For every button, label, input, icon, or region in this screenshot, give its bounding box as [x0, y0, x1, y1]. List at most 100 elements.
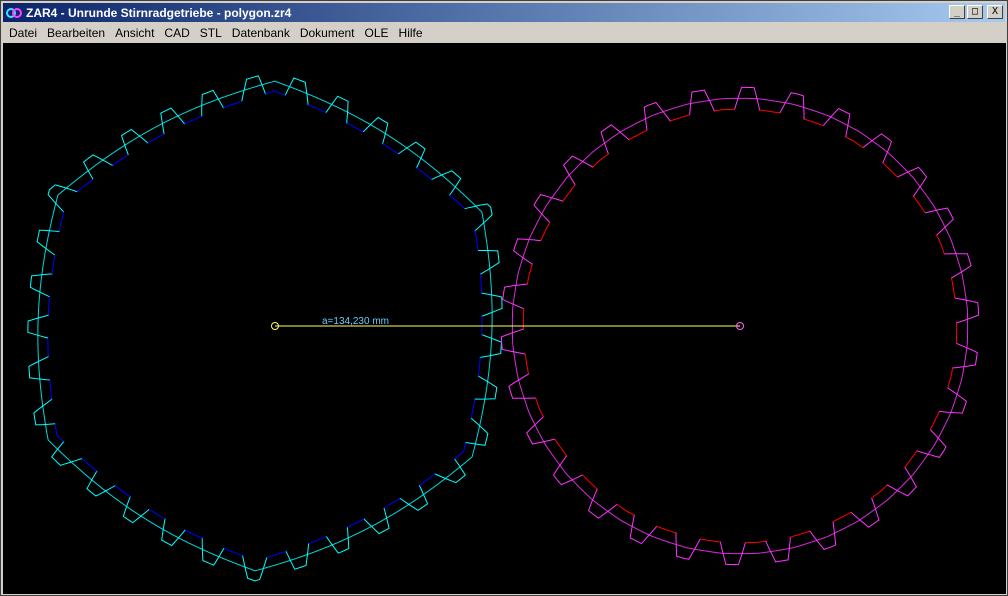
gear2-tooth-flank: [886, 466, 918, 497]
gear1-tooth-root: [114, 485, 131, 498]
gear2-tooth-root: [951, 277, 956, 299]
gear2-tooth-root: [669, 114, 690, 122]
gear1-tooth-root: [223, 100, 242, 109]
close-icon[interactable]: X: [987, 5, 1003, 19]
gear1-tooth-flank: [86, 470, 116, 497]
app-icon[interactable]: [6, 5, 22, 21]
gear1-tooth-flank: [433, 458, 466, 484]
gear2-tooth-flank: [808, 521, 837, 551]
gear2-tooth-flank: [925, 207, 954, 237]
title-bar[interactable]: ZAR4 - Unrunde Stirnradgetriebe - polygo…: [3, 3, 1005, 22]
gear-left: [27, 75, 503, 582]
app-window: ZAR4 - Unrunde Stirnradgetriebe - polygo…: [0, 0, 1008, 596]
gear1-tooth-flank: [201, 537, 225, 566]
gear1-tooth-root: [49, 379, 53, 400]
gear-drawing[interactable]: a=134,230 mm: [3, 43, 1006, 594]
gear2-tooth-root: [832, 511, 852, 523]
window-controls: _ □ X: [949, 5, 1003, 19]
gear2-tooth-root: [554, 438, 567, 457]
gear2-tooth-root: [871, 484, 888, 499]
gear1-tooth-root: [265, 90, 286, 96]
gear1-tooth-flank: [397, 141, 426, 169]
gear2-tooth-root: [524, 353, 529, 375]
gear1-tooth-flank: [465, 417, 489, 446]
gear1-tooth-root: [474, 230, 479, 251]
gear2-tooth-flank: [674, 532, 701, 560]
gear1-tooth-root: [382, 143, 399, 155]
gear1-tooth-root: [346, 122, 364, 133]
gear2-tooth-root: [526, 264, 533, 285]
menu-datei[interactable]: Datei: [3, 26, 42, 40]
gear2-tooth-flank: [951, 342, 978, 370]
gear1-tooth-flank: [398, 485, 429, 511]
gear2-tooth-root: [616, 503, 635, 516]
gear1-tooth-root: [58, 211, 65, 232]
gear1-tooth-root: [454, 442, 467, 460]
gear1-tooth-flank: [241, 75, 267, 102]
gear2-tooth-flank: [533, 194, 564, 223]
gear2-tooth-flank: [587, 488, 618, 519]
gear2-tooth-root: [790, 530, 811, 538]
gear2-tooth-root: [882, 162, 898, 178]
gear1-tooth-root: [147, 133, 165, 144]
gear1-tooth-root: [416, 167, 432, 180]
gear1-tooth-root: [383, 497, 401, 509]
gear2-tooth-root: [759, 109, 780, 114]
gear2-tooth-flank: [779, 92, 806, 120]
menu-dokument[interactable]: Dokument: [295, 26, 360, 40]
gear1-tooth-flank: [284, 77, 310, 106]
gear1-tooth-root: [184, 115, 202, 125]
gear2-tooth-root: [628, 129, 648, 141]
gear2-tooth-flank: [629, 514, 658, 545]
gear2-tooth-root: [803, 118, 824, 127]
gear2-tooth-root: [904, 450, 918, 468]
gear1-tooth-root: [308, 536, 327, 544]
drawing-canvas[interactable]: a=134,230 mm · · · · · · · · · · · · · ·…: [3, 43, 1006, 594]
gear1-tooth-flank: [362, 116, 389, 145]
gear2-tooth-flank: [938, 387, 967, 414]
menu-datenbank[interactable]: Datenbank: [227, 26, 295, 40]
gear1-tooth-root: [479, 274, 483, 294]
minimize-icon[interactable]: _: [949, 5, 965, 19]
gear2-tooth-root: [540, 222, 551, 241]
window-title: ZAR4 - Unrunde Stirnradgetriebe - polygo…: [26, 5, 292, 20]
gear1-tooth-flank: [160, 107, 186, 134]
menu-bearbeiten[interactable]: Bearbeiten: [42, 26, 110, 40]
gear1-tooth-root: [307, 104, 327, 114]
gear1-tooth-flank: [325, 95, 349, 124]
status-text: · · · · · · · · · · · · · · · · · · · · …: [7, 591, 180, 594]
gear1-tooth-flank: [82, 154, 114, 180]
gear2-tooth-flank: [552, 454, 583, 486]
maximize-icon[interactable]: □: [967, 5, 983, 19]
gear1-tooth-root: [419, 473, 436, 486]
gear2-tooth-root: [745, 540, 766, 544]
gear1-tooth-root: [54, 423, 65, 443]
gear2-tooth-root: [592, 153, 609, 168]
gear1-tooth-root: [81, 458, 98, 472]
gear2-tooth-root: [700, 538, 721, 543]
gear1-tooth-root: [148, 508, 166, 520]
gear1-tooth-root: [266, 551, 287, 558]
menu-stl[interactable]: STL: [195, 26, 227, 40]
gear1-tooth-root: [449, 194, 465, 210]
gear2-tooth-flank: [862, 133, 893, 164]
menu-bar: Datei Bearbeiten Ansicht CAD STL Datenba…: [3, 23, 1005, 42]
gear2-tooth-root: [714, 108, 735, 112]
menu-hilfe[interactable]: Hilfe: [394, 26, 428, 40]
gear2-tooth-root: [929, 411, 940, 430]
gear2-tooth-root: [913, 195, 926, 214]
gear1-tooth-flank: [51, 440, 83, 466]
gear2-tooth-flank: [513, 238, 542, 265]
gear2-tooth-flank: [526, 415, 555, 445]
gear2-tooth-flank: [897, 166, 928, 198]
gear2-tooth-flank: [822, 107, 851, 138]
menu-ansicht[interactable]: Ansicht: [110, 26, 159, 40]
gear2-tooth-flank: [916, 429, 947, 458]
gear2-tooth-flank: [643, 101, 672, 131]
gear1-tooth-root: [51, 254, 56, 274]
gear2-tooth-flank: [944, 253, 972, 280]
menu-cad[interactable]: CAD: [159, 26, 194, 40]
gear1-tooth-flank: [284, 543, 310, 570]
menu-ole[interactable]: OLE: [360, 26, 394, 40]
gear2-tooth-flank: [562, 155, 594, 186]
